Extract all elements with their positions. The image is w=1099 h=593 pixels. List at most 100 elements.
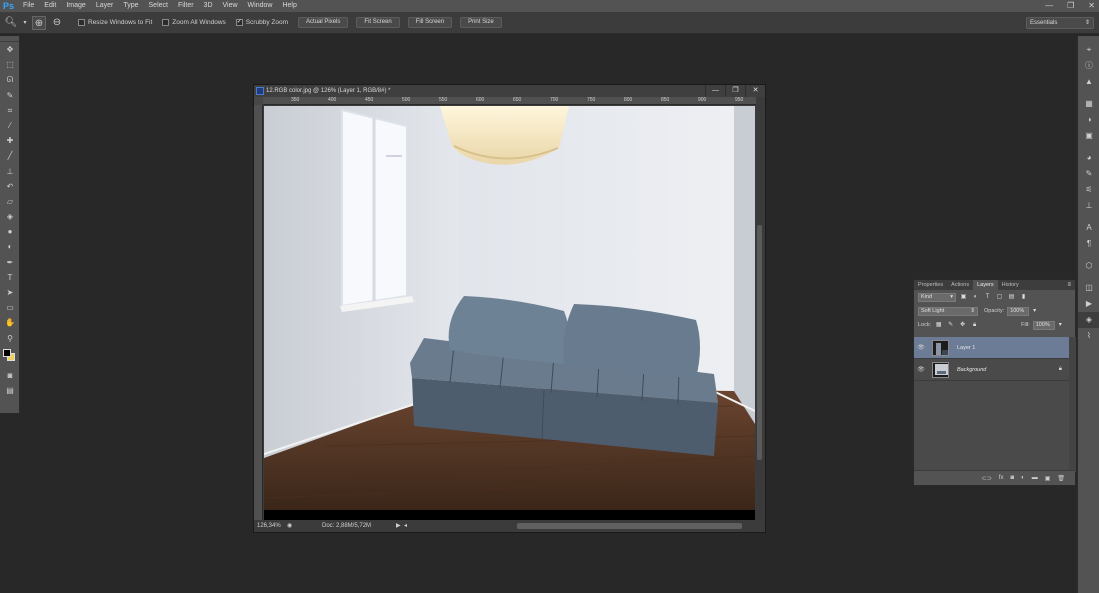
- adjustment-layer-icon[interactable]: ◐: [1021, 475, 1025, 481]
- layer-row[interactable]: 👁︎ Layer 1: [914, 337, 1069, 359]
- menu-type[interactable]: Type: [118, 0, 143, 12]
- print-size-button[interactable]: Print Size: [460, 17, 502, 28]
- filter-smart-object-icon[interactable]: ▤: [1007, 293, 1016, 302]
- visibility-eye-icon[interactable]: 👁︎: [914, 344, 928, 351]
- menu-file[interactable]: File: [18, 0, 39, 12]
- move-icon[interactable]: ✥: [0, 42, 20, 57]
- layers-scrollbar[interactable]: [1069, 337, 1076, 472]
- filter-kind-select[interactable]: Kind ▾: [918, 292, 956, 302]
- fit-screen-button[interactable]: Fit Screen: [356, 17, 400, 28]
- gradient-icon[interactable]: ◈: [0, 209, 20, 224]
- tab-actions[interactable]: Actions: [947, 280, 973, 290]
- ruler-origin[interactable]: [254, 97, 263, 105]
- layer-name[interactable]: Background: [957, 367, 986, 373]
- doc-close-button[interactable]: ✕: [745, 85, 765, 97]
- layer-name[interactable]: Layer 1: [957, 345, 975, 351]
- scrollbar-thumb[interactable]: [757, 225, 762, 460]
- quick-mask-icon[interactable]: ◙: [0, 368, 20, 383]
- layers-icon[interactable]: ◈: [1078, 312, 1099, 328]
- foreground-color-swatch[interactable]: [3, 348, 11, 357]
- horizontal-scrollbar-thumb[interactable]: [517, 523, 742, 529]
- tab-history[interactable]: History: [998, 280, 1023, 290]
- panel-menu-icon[interactable]: ≡: [1067, 280, 1071, 290]
- checkbox-box-checked[interactable]: ✓: [235, 19, 243, 26]
- filter-type-icon[interactable]: T: [983, 293, 992, 302]
- document-size-info[interactable]: Doc: 2,88M/5,72M: [322, 520, 371, 532]
- menu-filter[interactable]: Filter: [173, 0, 199, 12]
- delete-layer-icon[interactable]: 🗑︎: [1057, 475, 1065, 482]
- tab-layers[interactable]: Layers: [973, 280, 998, 290]
- doc-minimize-button[interactable]: —: [705, 85, 725, 97]
- layer-row[interactable]: 👁︎ Background 🔒︎: [914, 359, 1069, 381]
- menu-image[interactable]: Image: [61, 0, 90, 12]
- actual-pixels-button[interactable]: Actual Pixels: [298, 17, 349, 28]
- lasso-icon[interactable]: ᘏ: [0, 72, 20, 87]
- swatches-icon[interactable]: ▦: [1078, 96, 1099, 112]
- checkbox-box[interactable]: [162, 19, 170, 26]
- lock-transparent-icon[interactable]: ▦: [934, 321, 943, 330]
- channels-icon[interactable]: ◫: [1078, 280, 1099, 296]
- color-swatches[interactable]: [0, 346, 19, 368]
- vertical-ruler[interactable]: [254, 105, 263, 520]
- lock-pixels-icon[interactable]: ✎: [946, 321, 955, 330]
- menu-select[interactable]: Select: [144, 0, 173, 12]
- shape-icon[interactable]: ▭: [0, 300, 20, 315]
- scrubby-zoom-checkbox[interactable]: ✓ Scrubby Zoom: [235, 19, 288, 26]
- filter-toggle-icon[interactable]: ▮: [1019, 293, 1028, 302]
- menu-window[interactable]: Window: [243, 0, 278, 12]
- filter-shape-icon[interactable]: ▢: [995, 293, 1004, 302]
- paths-icon[interactable]: ⌇: [1078, 328, 1099, 344]
- tab-properties[interactable]: Properties: [914, 280, 947, 290]
- tool-preset-chevron-icon[interactable]: ▾: [22, 16, 28, 30]
- zoom-tool-icon[interactable]: ⚲: [0, 331, 20, 346]
- adjustments-icon[interactable]: ◑: [1078, 112, 1099, 128]
- paragraph-icon[interactable]: ¶: [1078, 236, 1099, 252]
- fill-slider-icon[interactable]: ▾: [1056, 321, 1065, 330]
- brush-presets-icon[interactable]: ✎: [1078, 166, 1099, 182]
- filter-adjustment-icon[interactable]: ◐: [971, 293, 980, 302]
- brush-icon[interactable]: ╱: [0, 148, 20, 163]
- document-canvas[interactable]: [264, 106, 755, 520]
- clone-source-icon[interactable]: ⊥: [1078, 198, 1099, 214]
- marquee-icon[interactable]: ⬚: [0, 57, 20, 72]
- zoom-all-windows-checkbox[interactable]: Zoom All Windows: [162, 19, 226, 26]
- path-select-icon[interactable]: ➤: [0, 285, 20, 300]
- opacity-input[interactable]: 100%: [1007, 306, 1030, 316]
- fx-icon[interactable]: fx: [999, 475, 1004, 481]
- pen-icon[interactable]: ✒: [0, 255, 20, 270]
- screen-mode-icon[interactable]: ▤: [0, 383, 20, 398]
- info-icon[interactable]: ⓘ: [1078, 58, 1099, 74]
- checkbox-box[interactable]: [78, 19, 85, 26]
- scroll-left-icon[interactable]: ◂: [404, 520, 407, 532]
- vertical-scrollbar[interactable]: [756, 105, 763, 520]
- actions-icon[interactable]: ▶: [1078, 296, 1099, 312]
- zoom-level[interactable]: 126,34%: [257, 520, 281, 532]
- resize-windows-checkbox[interactable]: Resize Windows to Fit: [78, 19, 152, 26]
- quick-select-icon[interactable]: ✎: [0, 88, 20, 103]
- doc-restore-button[interactable]: ❐: [725, 85, 745, 97]
- lock-all-icon[interactable]: 🔒︎: [970, 321, 979, 330]
- stamp-icon[interactable]: ⊥: [0, 164, 20, 179]
- eyedropper-icon[interactable]: ⁄: [0, 118, 20, 133]
- close-button[interactable]: ✕: [1088, 0, 1095, 12]
- styles-icon[interactable]: ▣: [1078, 128, 1099, 144]
- menu-edit[interactable]: Edit: [39, 0, 61, 12]
- eraser-icon[interactable]: ▱: [0, 194, 20, 209]
- lock-position-icon[interactable]: ✥: [958, 321, 967, 330]
- zoom-in-icon[interactable]: ⊕: [32, 15, 46, 30]
- healing-icon[interactable]: ✚: [0, 133, 20, 148]
- blur-icon[interactable]: ●: [0, 224, 20, 239]
- menu-3d[interactable]: 3D: [199, 0, 218, 12]
- histogram-icon[interactable]: ▲: [1078, 74, 1099, 90]
- menu-layer[interactable]: Layer: [91, 0, 119, 12]
- status-menu-icon[interactable]: ▶: [396, 520, 401, 532]
- navigator-icon[interactable]: ⌖: [1078, 42, 1099, 58]
- menu-view[interactable]: View: [218, 0, 243, 12]
- link-layers-icon[interactable]: ⊂⊃: [982, 475, 992, 482]
- brush-icon[interactable]: ⚟: [1078, 182, 1099, 198]
- hand-icon[interactable]: ✋: [0, 315, 20, 330]
- zoom-icon[interactable]: 🔍︎: [4, 16, 18, 30]
- zoom-out-icon[interactable]: ⊖: [50, 16, 64, 30]
- workspace-select[interactable]: Essentials ⇕: [1026, 17, 1094, 29]
- character-icon[interactable]: A: [1078, 220, 1099, 236]
